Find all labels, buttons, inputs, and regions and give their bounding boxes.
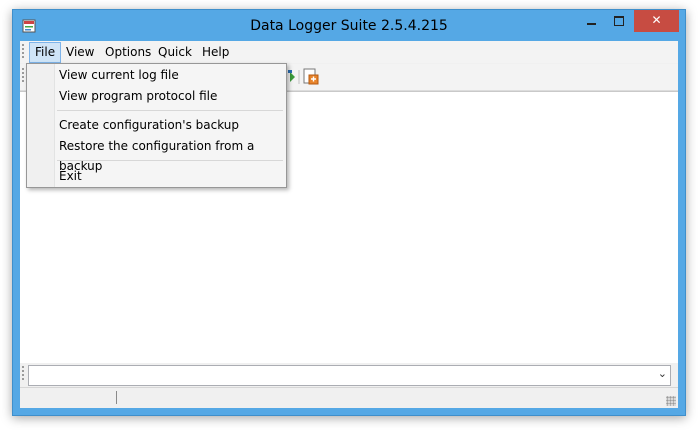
close-icon: ✕ <box>651 13 662 27</box>
menubar-grip-icon[interactable] <box>22 44 25 60</box>
resize-grip-icon[interactable] <box>666 396 676 406</box>
close-button[interactable]: ✕ <box>634 10 679 32</box>
combo-row: ⌄ <box>20 363 678 387</box>
toolbar-grip-icon[interactable] <box>22 68 25 84</box>
menu-help[interactable]: Help <box>197 43 234 62</box>
maximize-icon <box>614 15 624 26</box>
minimize-icon <box>586 22 596 25</box>
minimize-button[interactable] <box>578 10 604 32</box>
combo-grip-icon[interactable] <box>22 366 25 382</box>
menu-item-view-current-log[interactable]: View current log file <box>59 65 179 85</box>
dropdown-arrow-icon[interactable]: ⌄ <box>658 367 667 380</box>
menu-separator <box>57 110 283 111</box>
status-separator <box>116 391 117 404</box>
menu-bar: File View Options Quick Help <box>20 41 678 63</box>
title-bar[interactable]: Data Logger Suite 2.5.4.215 ✕ <box>13 10 685 42</box>
command-combobox[interactable]: ⌄ <box>28 365 671 386</box>
menu-view[interactable]: View <box>61 43 99 62</box>
toolbar-icons <box>288 68 319 85</box>
menu-item-create-backup[interactable]: Create configuration's backup <box>59 115 239 135</box>
toolbar-arrow-icon[interactable] <box>288 70 295 82</box>
menu-options[interactable]: Options <box>100 43 156 62</box>
toolbar-document-icon[interactable] <box>303 68 319 85</box>
menu-icon-gutter <box>27 64 55 187</box>
maximize-button[interactable] <box>606 10 632 32</box>
menu-separator <box>57 160 283 161</box>
file-menu-dropdown: View current log file View program proto… <box>26 63 287 188</box>
menu-file[interactable]: File <box>29 42 62 63</box>
menu-item-restore-backup[interactable]: Restore the configuration from a backup <box>59 136 286 173</box>
menu-item-exit[interactable]: Exit <box>59 166 82 186</box>
menu-quick[interactable]: Quick <box>153 43 197 62</box>
status-bar <box>20 387 678 408</box>
menu-item-view-protocol[interactable]: View program protocol file <box>59 86 217 106</box>
